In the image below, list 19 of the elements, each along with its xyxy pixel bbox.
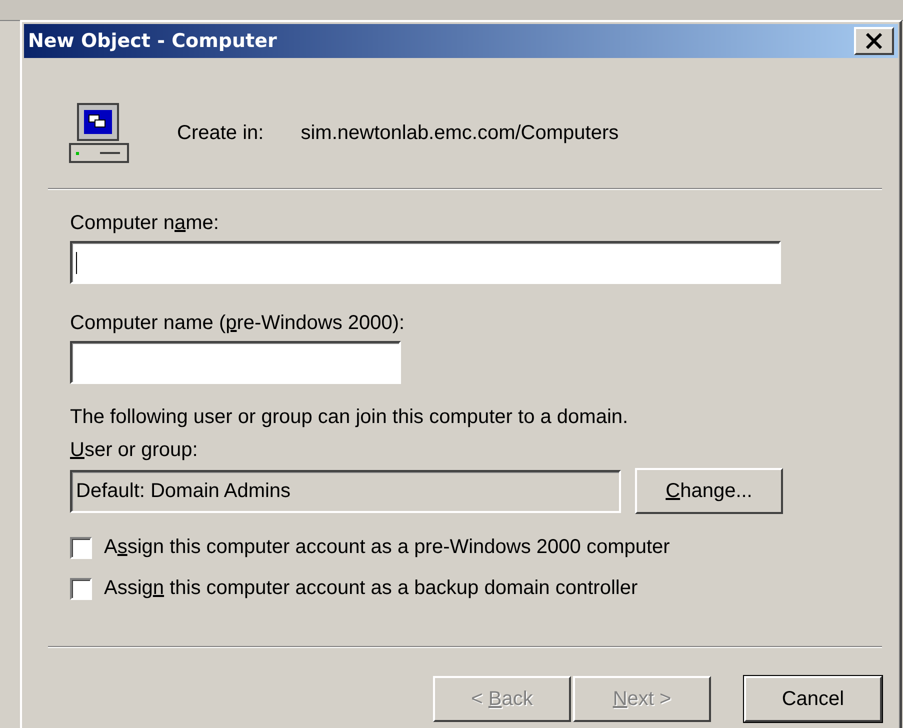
field-label: Computer name: [70, 212, 219, 234]
close-icon [865, 33, 883, 49]
change-button[interactable]: Change... [635, 468, 783, 514]
window-title: New Object - Computer [28, 30, 277, 52]
checkbox[interactable] [70, 578, 92, 600]
text-field[interactable] [70, 341, 401, 384]
text-field[interactable] [70, 241, 781, 284]
checkbox-label[interactable]: Assign this computer account as a pre-Windows 2000 computer [104, 536, 670, 559]
checkbox-label[interactable]: Assign this computer account as a backup domain controller [104, 577, 638, 600]
checkbox[interactable] [70, 536, 92, 558]
user-group-field: Default: Domain Admins [70, 470, 621, 512]
wizard-button[interactable]: Cancel [744, 676, 882, 722]
join-note: The following user or group can join this computer to a domain. [70, 406, 628, 428]
container-path: sim.newtonlab.emc.com/Computers [300, 122, 619, 144]
field-label: Computer name (pre-Windows 2000): [70, 312, 405, 334]
create-in-label: Create in: [177, 122, 264, 144]
computer-icon [68, 102, 132, 164]
user-group-label: User or group: [70, 439, 198, 461]
close-button[interactable] [854, 27, 894, 55]
